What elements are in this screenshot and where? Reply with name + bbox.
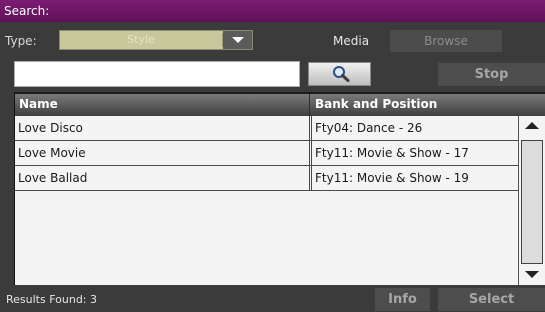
type-value: Style [127, 33, 155, 46]
arrow-up-icon [525, 122, 539, 129]
table-row[interactable]: Love Movie Fty11: Movie & Show - 17 [15, 141, 518, 166]
cell-divider [309, 166, 310, 190]
results-count: Results Found: 3 [6, 293, 98, 306]
cell-name: Love Movie [18, 146, 86, 160]
scroll-track[interactable] [521, 140, 543, 264]
table-header: Name Bank and Position [15, 94, 545, 116]
table-row[interactable]: Love Disco Fty04: Dance - 26 [15, 116, 518, 141]
type-dropdown[interactable]: Style [59, 30, 253, 50]
stop-button[interactable]: Stop [438, 63, 545, 86]
table-row[interactable]: Love Ballad Fty11: Movie & Show - 19 [15, 166, 518, 191]
cell-divider [309, 116, 310, 140]
type-label: Type: [5, 34, 37, 48]
select-button[interactable]: Select [438, 288, 545, 311]
window-title: Search: [0, 0, 545, 22]
media-label: Media [333, 34, 370, 48]
header-divider [309, 94, 310, 116]
table-body: Love Disco Fty04: Dance - 26 Love Movie … [15, 116, 518, 191]
search-input[interactable] [14, 61, 300, 87]
info-button[interactable]: Info [375, 288, 430, 311]
vertical-scrollbar[interactable] [518, 116, 545, 285]
cell-divider [311, 141, 312, 165]
cell-name: Love Disco [18, 121, 83, 135]
scroll-down-button[interactable] [521, 267, 543, 283]
chevron-down-icon [232, 37, 244, 43]
search-button[interactable] [308, 62, 371, 86]
magnifier-icon [333, 66, 350, 82]
cell-bank: Fty11: Movie & Show - 19 [315, 171, 469, 185]
cell-bank: Fty04: Dance - 26 [315, 121, 423, 135]
cell-divider [309, 141, 310, 165]
arrow-down-icon [525, 271, 539, 278]
browse-button[interactable]: Browse [390, 30, 502, 52]
column-header-bank[interactable]: Bank and Position [315, 97, 437, 111]
cell-divider [311, 116, 312, 140]
scroll-up-button[interactable] [521, 118, 543, 134]
cell-name: Love Ballad [18, 171, 88, 185]
cell-bank: Fty11: Movie & Show - 17 [315, 146, 469, 160]
column-header-name[interactable]: Name [19, 97, 58, 111]
results-table: Name Bank and Position Love Disco Fty04:… [14, 92, 545, 285]
type-dropdown-button[interactable] [223, 31, 252, 49]
cell-divider [311, 166, 312, 190]
